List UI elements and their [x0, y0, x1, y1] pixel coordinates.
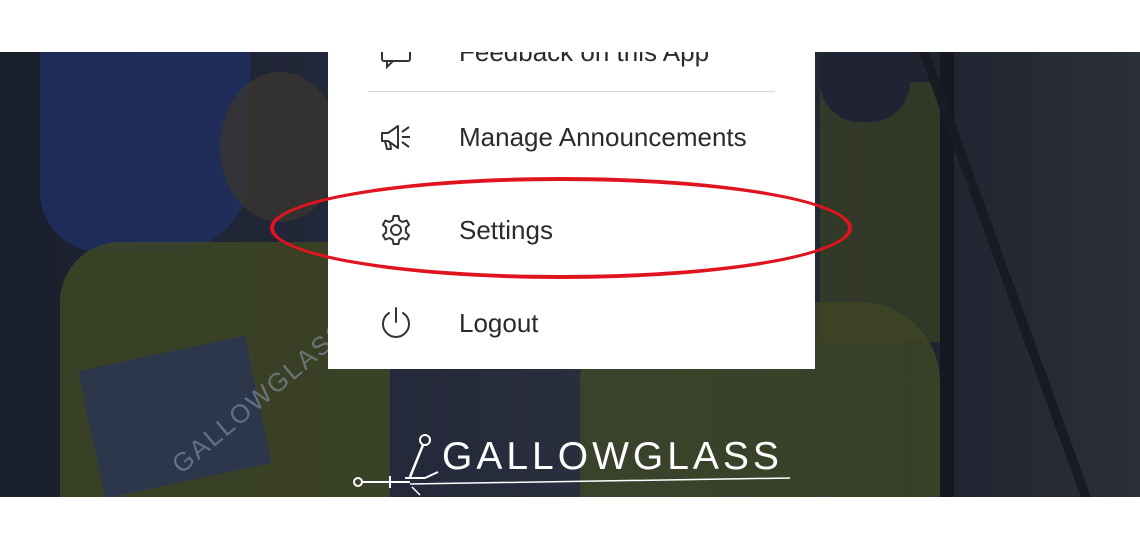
- logo-wordmark: GALLOWGLASS: [442, 435, 783, 478]
- menu-item-settings[interactable]: Settings: [328, 185, 815, 275]
- menu-item-manage-announcements[interactable]: Manage Announcements: [328, 92, 815, 182]
- page: GALLOWGLASS Feedback on this App: [0, 0, 1140, 550]
- megaphone-icon: [376, 117, 416, 157]
- menu-item-logout-label: Logout: [459, 307, 539, 338]
- background-cap: [820, 52, 910, 122]
- feedback-icon: [376, 52, 416, 72]
- background-vest-right-upper: [820, 82, 940, 342]
- app-screen: GALLOWGLASS Feedback on this App: [0, 52, 1140, 497]
- menu-item-logout[interactable]: Logout: [328, 278, 815, 368]
- menu-item-manage-announcements-label: Manage Announcements: [459, 121, 747, 152]
- user-menu: Feedback on this App Manage Announcement…: [328, 52, 815, 369]
- gear-icon: [376, 210, 416, 250]
- menu-item-feedback-label: Feedback on this App: [459, 52, 709, 68]
- gallowglass-logo: GALLOWGLASS: [350, 432, 800, 497]
- background-helmet: [40, 52, 250, 252]
- power-icon: [376, 303, 416, 343]
- background-worker-head: [220, 72, 340, 222]
- menu-item-settings-label: Settings: [459, 214, 553, 245]
